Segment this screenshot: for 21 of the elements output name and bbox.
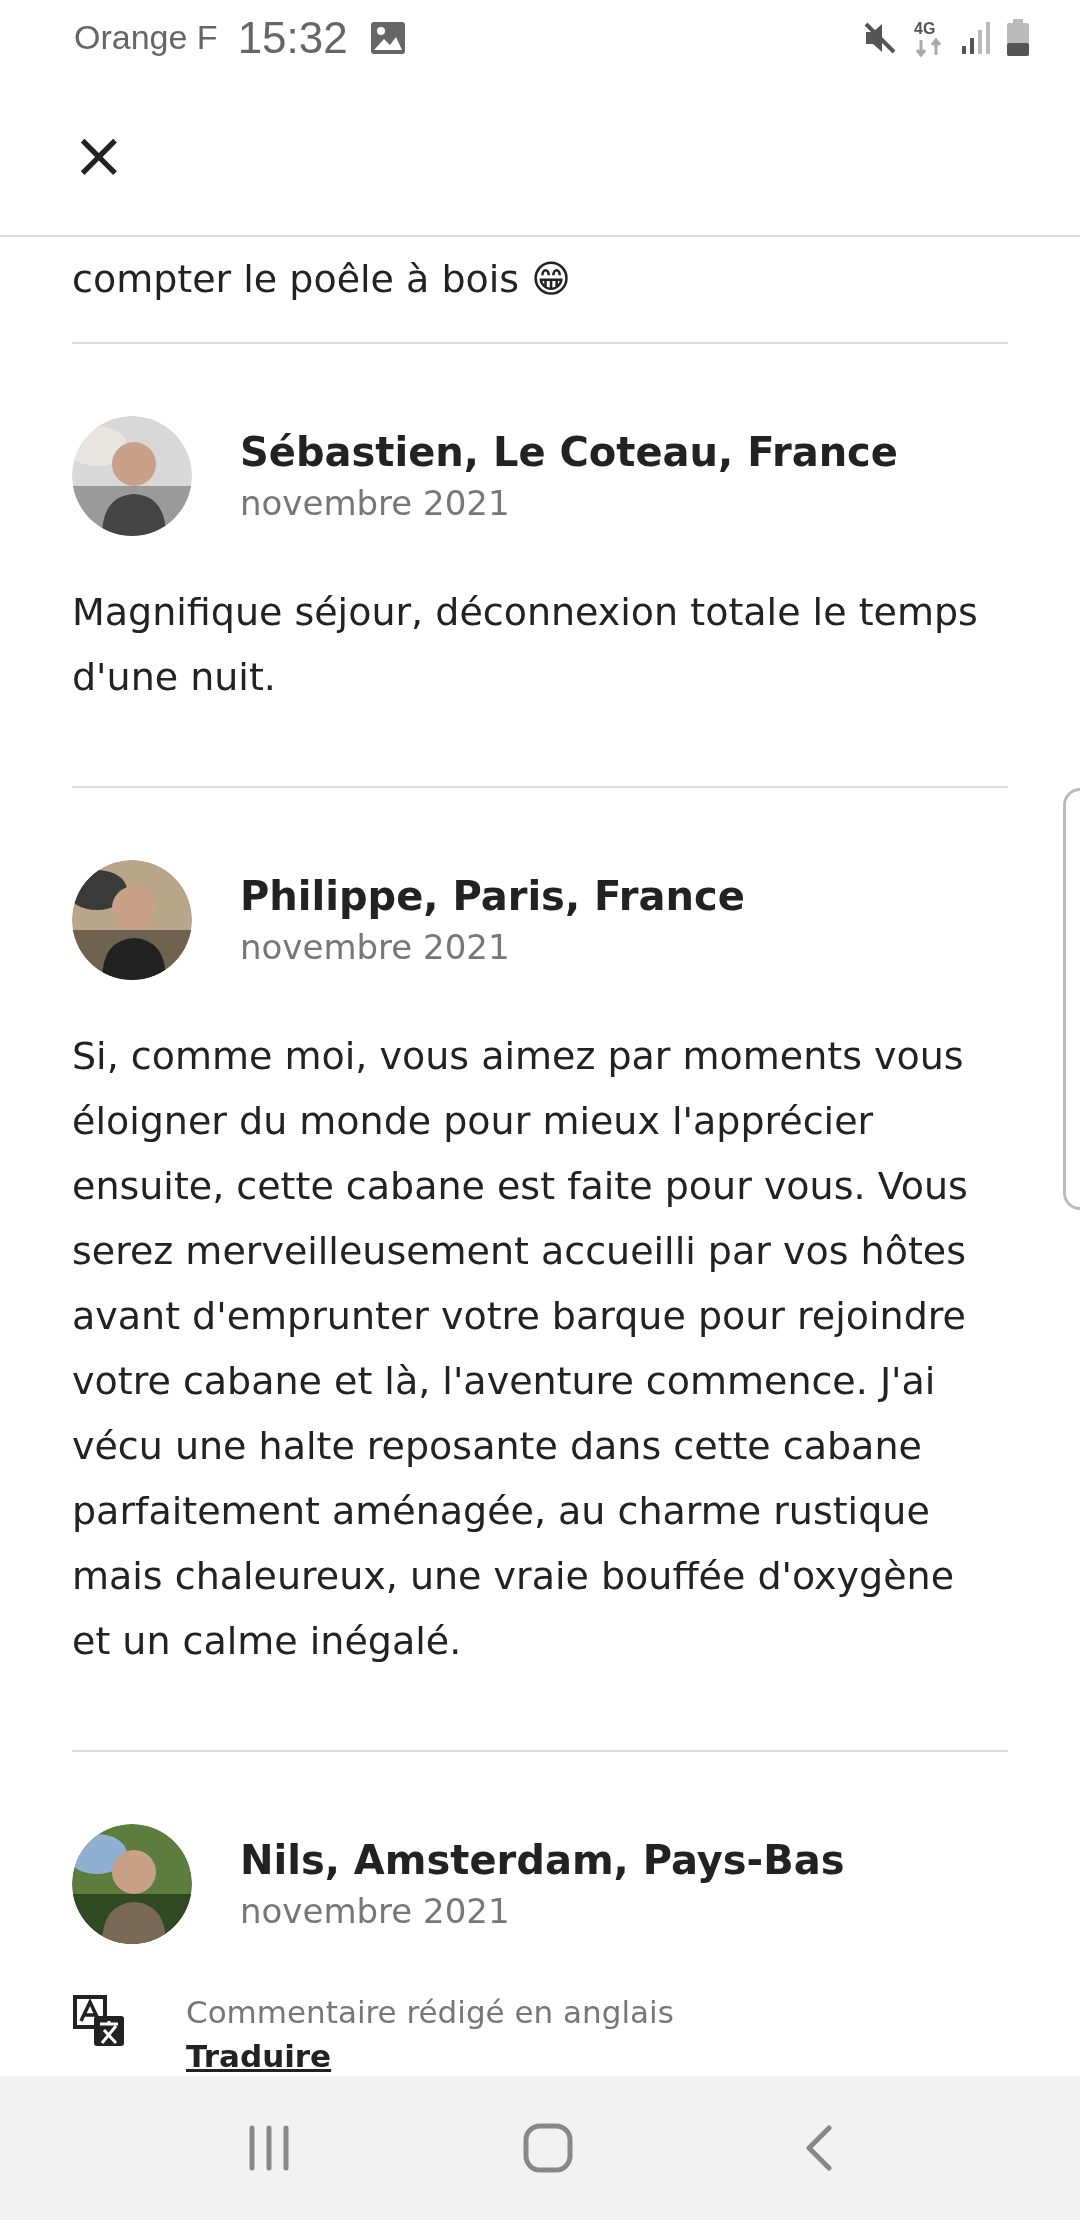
- review-date: novembre 2021: [240, 483, 511, 523]
- review-date: novembre 2021: [240, 1891, 511, 1931]
- back-icon[interactable]: [804, 2125, 835, 2171]
- translate-link[interactable]: Traduire: [186, 2038, 332, 2074]
- image-icon: [369, 20, 406, 55]
- review-text: Si, comme moi, vous aimez par moments vous éloigner du monde pour mieux l'apprécier ensuite, cette cabane est faite pour vous. Vous serez merveilleusement accueilli par vos hôtes avant d'emprunter votre barque pour rejoindre votre cabane et là, l'aventure commence. J'ai vécu une halte reposante dans cette cabane parfaitement aménagée, au charme rustique mais chaleureux, une vraie bouffée d'oxygène et un calme inégalé.: [72, 1033, 969, 1665]
- home-icon[interactable]: [523, 2123, 573, 2173]
- clock: 15:32: [237, 12, 348, 63]
- battery-icon: [1006, 18, 1030, 57]
- reviewer-name: Sébastien, Le Coteau, France: [240, 429, 898, 475]
- translation-note: Commentaire rédigé en anglais: [186, 1994, 674, 2030]
- translate-icon: [72, 1994, 126, 2048]
- reviewer-name: Philippe, Paris, France: [240, 873, 745, 919]
- carrier-name: Orange F: [74, 18, 218, 57]
- close-button[interactable]: ×: [72, 123, 126, 187]
- review-text: compter le poêle à bois 😁: [72, 256, 572, 303]
- review-text: Magnifique séjour, déconnexion totale le temps d'une nuit.: [72, 589, 979, 701]
- signal-icon: [960, 19, 992, 56]
- review-date: novembre 2021: [240, 927, 511, 967]
- edge-panel-handle[interactable]: [1063, 788, 1080, 1210]
- reviewer-name: Nils, Amsterdam, Pays-Bas: [240, 1837, 845, 1883]
